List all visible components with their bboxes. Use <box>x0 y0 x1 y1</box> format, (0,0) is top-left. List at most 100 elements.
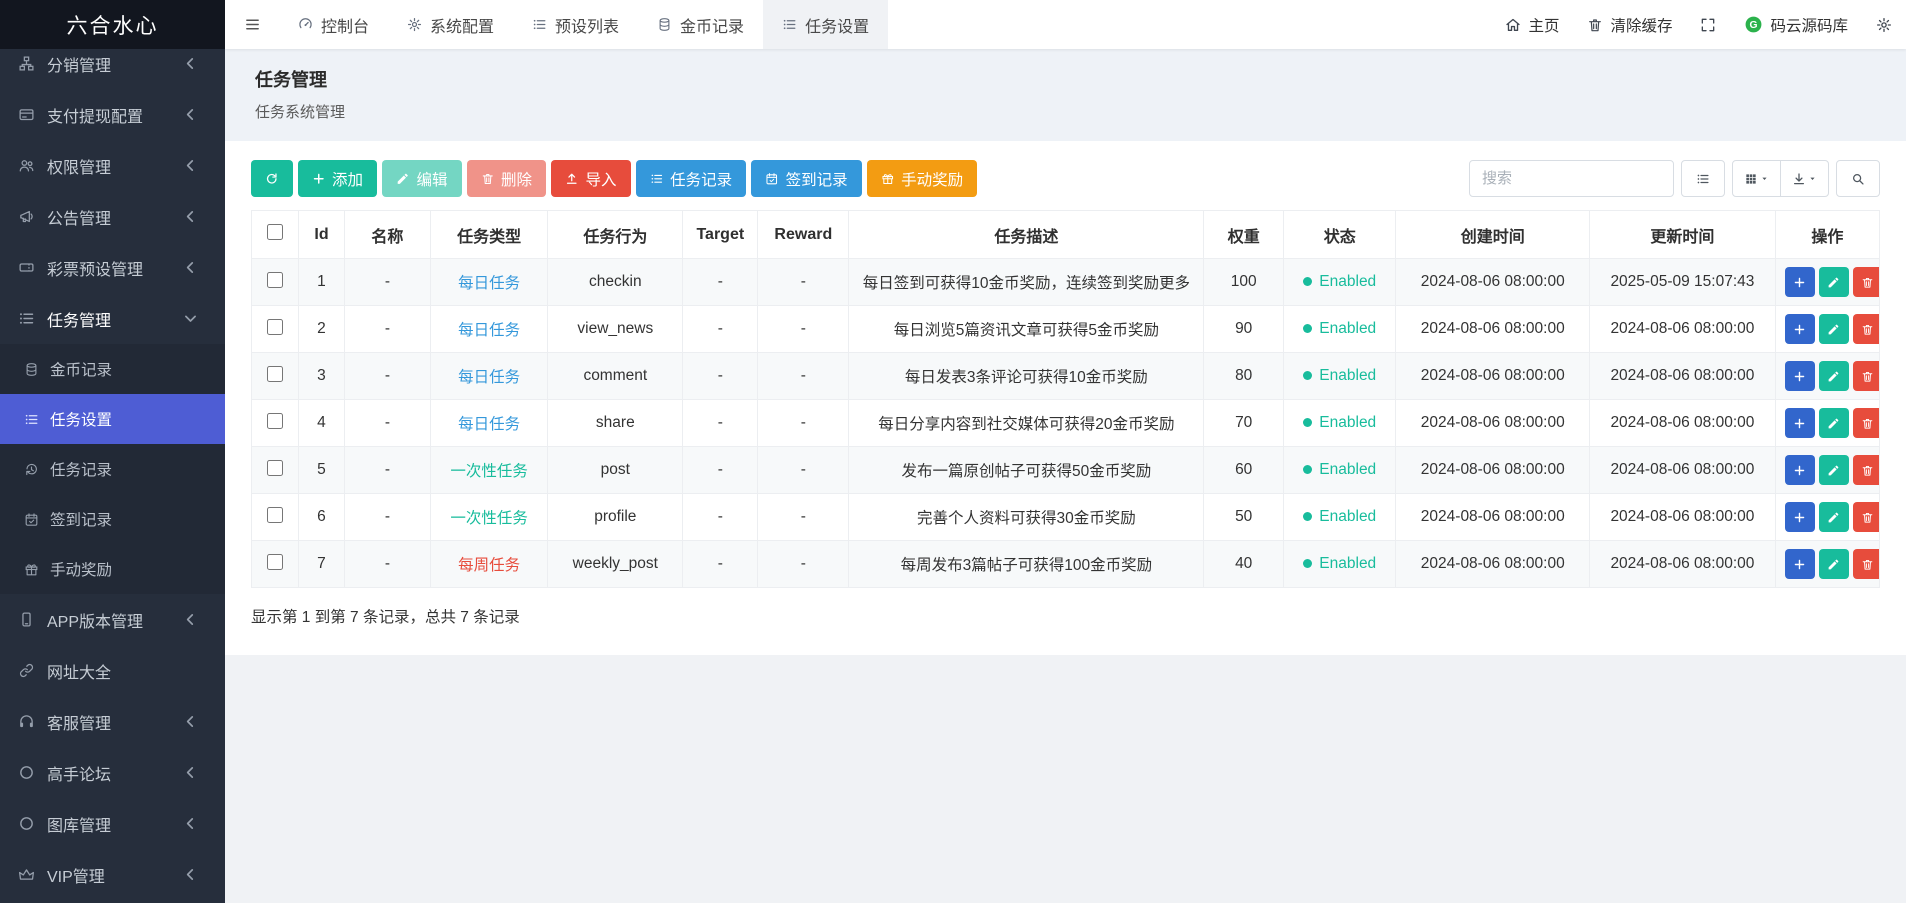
sidebar-item-gallery[interactable]: 图库管理 <box>0 798 225 849</box>
row-add-button[interactable] <box>1785 549 1815 579</box>
sidebar-item-lottery-preset[interactable]: 彩票预设管理 <box>0 242 225 293</box>
nav-settings[interactable] <box>1862 0 1906 49</box>
column-header-type[interactable]: 任务类型 <box>431 211 548 259</box>
toggle-view-button[interactable] <box>1681 160 1725 197</box>
tab-system-config[interactable]: 系统配置 <box>388 0 513 49</box>
nav-fullscreen[interactable] <box>1686 0 1730 49</box>
row-add-button[interactable] <box>1785 455 1815 485</box>
sidebar-item-app-version[interactable]: APP版本管理 <box>0 594 225 645</box>
table-tools-group <box>1732 160 1829 197</box>
row-edit-button[interactable] <box>1819 361 1849 391</box>
nav-clear-cache[interactable]: 清除缓存 <box>1573 0 1686 49</box>
row-delete-button[interactable] <box>1853 408 1880 438</box>
column-header-created[interactable]: 创建时间 <box>1396 211 1590 259</box>
row-add-button[interactable] <box>1785 502 1815 532</box>
sidebar-item-announcement[interactable]: 公告管理 <box>0 191 225 242</box>
row-checkbox[interactable] <box>267 319 283 335</box>
sidebar-item-coin-records[interactable]: 金币记录 <box>0 344 225 394</box>
tab-dashboard[interactable]: 控制台 <box>279 0 388 49</box>
task-records-button[interactable]: 任务记录 <box>636 160 747 197</box>
row-checkbox[interactable] <box>267 460 283 476</box>
sidebar-item-payment-withdraw[interactable]: 支付提现配置 <box>0 89 225 140</box>
sidebar-item-customer-service[interactable]: 客服管理 <box>0 696 225 747</box>
column-header-desc[interactable]: 任务描述 <box>849 211 1204 259</box>
tab-task-settings[interactable]: 任务设置 <box>763 0 888 49</box>
row-add-button[interactable] <box>1785 314 1815 344</box>
sidebar-item-manual-reward[interactable]: 手动奖励 <box>0 544 225 594</box>
sidebar-item-task-records[interactable]: 任务记录 <box>0 444 225 494</box>
status-badge: Enabled <box>1303 414 1376 432</box>
row-delete-button[interactable] <box>1853 361 1880 391</box>
app-root: 六合水心 分销管理支付提现配置权限管理公告管理彩票预设管理任务管理金币记录任务设… <box>0 0 1906 903</box>
row-checkbox[interactable] <box>267 366 283 382</box>
nav-home[interactable]: 主页 <box>1491 0 1573 49</box>
row-checkbox[interactable] <box>267 272 283 288</box>
sidebar-item-permission[interactable]: 权限管理 <box>0 140 225 191</box>
column-header-name[interactable]: 名称 <box>344 211 430 259</box>
table-row: 1-每日任务checkin--每日签到可获得10金币奖励，连续签到奖励更多100… <box>252 259 1880 306</box>
row-edit-button[interactable] <box>1819 549 1849 579</box>
sidebar-toggle-button[interactable] <box>225 0 279 49</box>
sidebar-item-task[interactable]: 任务管理 <box>0 293 225 344</box>
refresh-button[interactable] <box>251 160 293 197</box>
sidebar-submenu: 金币记录任务设置任务记录签到记录手动奖励 <box>0 344 225 594</box>
manual-reward-button[interactable]: 手动奖励 <box>867 160 978 197</box>
row-add-button[interactable] <box>1785 267 1815 297</box>
signin-records-button[interactable]: 签到记录 <box>751 160 862 197</box>
calendar-icon <box>24 512 39 527</box>
row-delete-button[interactable] <box>1853 502 1880 532</box>
column-header-behavior[interactable]: 任务行为 <box>548 211 683 259</box>
row-checkbox[interactable] <box>267 554 283 570</box>
sidebar-item-expert-forum[interactable]: 高手论坛 <box>0 747 225 798</box>
column-header-reward[interactable]: Reward <box>758 211 849 259</box>
nav-gitee[interactable]: 码云源码库 <box>1730 0 1862 49</box>
tab-coin-records[interactable]: 金币记录 <box>638 0 763 49</box>
row-edit-button[interactable] <box>1819 502 1849 532</box>
plus-icon <box>1793 464 1806 477</box>
columns-button[interactable] <box>1732 160 1781 197</box>
task-type-label: 每日任务 <box>458 369 520 386</box>
sidebar-item-label: 高手论坛 <box>47 761 176 785</box>
row-delete-button[interactable] <box>1853 455 1880 485</box>
sidebar-item-vip[interactable]: VIP管理 <box>0 849 225 900</box>
home-icon <box>1505 17 1521 33</box>
import-button[interactable]: 导入 <box>551 160 631 197</box>
row-edit-button[interactable] <box>1819 267 1849 297</box>
row-edit-button[interactable] <box>1819 455 1849 485</box>
row-checkbox[interactable] <box>267 507 283 523</box>
sidebar-item-websites[interactable]: 网址大全 <box>0 645 225 696</box>
row-delete-button[interactable] <box>1853 549 1880 579</box>
gauge-icon <box>298 17 313 32</box>
row-edit-button[interactable] <box>1819 314 1849 344</box>
column-header-weight[interactable]: 权重 <box>1204 211 1284 259</box>
column-header-updated[interactable]: 更新时间 <box>1590 211 1776 259</box>
target-cell: - <box>683 259 758 306</box>
delete-button[interactable]: 删除 <box>467 160 547 197</box>
plus-icon <box>1793 276 1806 289</box>
reward-cell: - <box>758 447 849 494</box>
column-header-id[interactable]: Id <box>299 211 345 259</box>
column-header-status[interactable]: 状态 <box>1284 211 1396 259</box>
trash-icon <box>1861 370 1874 383</box>
search-toggle-button[interactable] <box>1836 160 1880 197</box>
row-edit-button[interactable] <box>1819 408 1849 438</box>
id-cell: 4 <box>299 400 345 447</box>
row-add-button[interactable] <box>1785 408 1815 438</box>
column-header-target[interactable]: Target <box>683 211 758 259</box>
select-all-checkbox[interactable] <box>267 224 283 240</box>
row-add-button[interactable] <box>1785 361 1815 391</box>
search-input[interactable] <box>1469 160 1674 197</box>
row-delete-button[interactable] <box>1853 314 1880 344</box>
row-checkbox[interactable] <box>267 413 283 429</box>
edit-button[interactable]: 编辑 <box>382 160 462 197</box>
chevron-left-icon <box>182 55 199 72</box>
row-delete-button[interactable] <box>1853 267 1880 297</box>
export-button[interactable] <box>1780 160 1829 197</box>
column-header-ops[interactable]: 操作 <box>1775 211 1879 259</box>
sidebar-item-signin-records[interactable]: 签到记录 <box>0 494 225 544</box>
sidebar-item-task-settings[interactable]: 任务设置 <box>0 394 225 444</box>
sidebar-item-label: 任务设置 <box>50 408 211 430</box>
add-button[interactable]: 添加 <box>298 160 378 197</box>
page-title: 任务管理 <box>255 66 1876 92</box>
tab-preset-list[interactable]: 预设列表 <box>513 0 638 49</box>
